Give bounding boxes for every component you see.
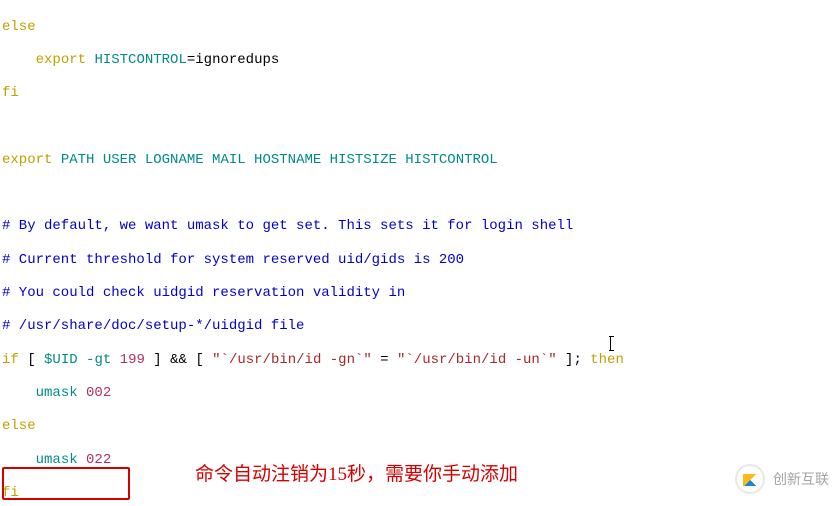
code-line: fi — [2, 85, 835, 102]
code-line — [2, 185, 835, 202]
code-line: umask 002 — [2, 385, 835, 402]
code-line: # /usr/share/doc/setup-*/uidgid file — [2, 318, 835, 335]
code-line: if [ $UID -gt 199 ] && [ "`/usr/bin/id -… — [2, 352, 835, 369]
code-line: # Current threshold for system reserved … — [2, 252, 835, 269]
code-line: else — [2, 19, 835, 36]
text-ibeam-icon — [610, 336, 611, 351]
code-line — [2, 119, 835, 136]
logo-icon — [735, 464, 765, 494]
code-line: fi — [2, 485, 835, 502]
watermark-text: 创新互联 — [773, 471, 829, 488]
code-line: # By default, we want umask to get set. … — [2, 218, 835, 235]
code-editor[interactable]: else export HISTCONTROL=ignoredups fi ex… — [0, 0, 837, 506]
watermark: 创新互联 — [735, 464, 829, 494]
annotation-text: 命令自动注销为15秒，需要你手动添加 — [195, 464, 518, 487]
code-line: else — [2, 418, 835, 435]
code-line: export HISTCONTROL=ignoredups — [2, 52, 835, 69]
code-line: # You could check uidgid reservation val… — [2, 285, 835, 302]
code-line: export PATH USER LOGNAME MAIL HOSTNAME H… — [2, 152, 835, 169]
